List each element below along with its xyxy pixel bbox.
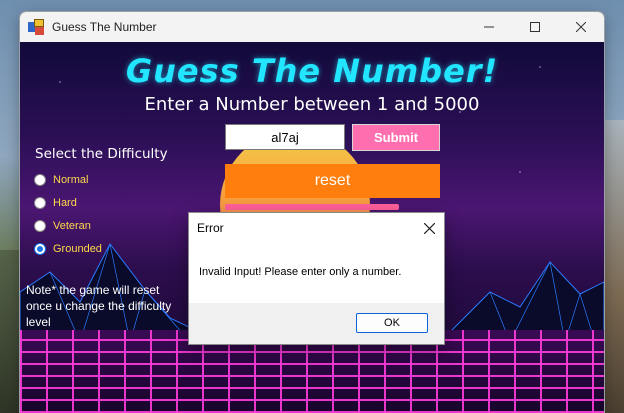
radio-hard[interactable]: Hard <box>34 191 102 214</box>
guess-input[interactable] <box>225 124 345 150</box>
submit-button[interactable]: Submit <box>352 124 440 151</box>
radio-normal[interactable]: Normal <box>34 168 102 191</box>
ok-button[interactable]: OK <box>356 313 428 333</box>
dialog-title: Error <box>197 221 224 235</box>
note-text: Note* the game will reset once u change … <box>26 283 172 329</box>
window-titlebar[interactable]: Guess The Number <box>20 12 604 42</box>
radio-button-checked[interactable] <box>34 242 46 255</box>
window-controls <box>466 12 604 42</box>
radio-label: Hard <box>53 196 77 209</box>
window-title: Guess The Number <box>52 20 157 34</box>
game-subheading: Enter a Number between 1 and 5000 <box>144 94 480 115</box>
radio-button[interactable] <box>34 173 46 186</box>
radio-grounded[interactable]: Grounded <box>34 237 102 260</box>
difficulty-radio-group: Normal Hard Veteran Grounded <box>34 168 102 260</box>
app-icon <box>28 19 44 35</box>
maximize-icon[interactable] <box>512 12 558 42</box>
radio-label: Veteran <box>53 219 91 232</box>
close-icon[interactable] <box>414 213 444 243</box>
error-dialog: Error Invalid Input! Please enter only a… <box>188 212 445 345</box>
radio-button[interactable] <box>34 219 46 232</box>
desktop-background-right <box>602 120 624 413</box>
radio-veteran[interactable]: Veteran <box>34 214 102 237</box>
game-heading: Guess The Number! <box>125 52 499 90</box>
radio-label: Normal <box>53 173 89 186</box>
close-icon[interactable] <box>558 12 604 42</box>
radio-button[interactable] <box>34 196 46 209</box>
minimize-icon[interactable] <box>466 12 512 42</box>
radio-label: Grounded <box>53 242 102 255</box>
difficulty-label: Select the Difficulty <box>35 146 168 162</box>
dialog-titlebar[interactable]: Error <box>189 213 444 243</box>
dialog-footer: OK <box>189 303 444 344</box>
reset-button[interactable]: reset <box>225 164 440 198</box>
dialog-message: Invalid Input! Please enter only a numbe… <box>199 266 402 278</box>
feedback-bar <box>225 204 399 210</box>
